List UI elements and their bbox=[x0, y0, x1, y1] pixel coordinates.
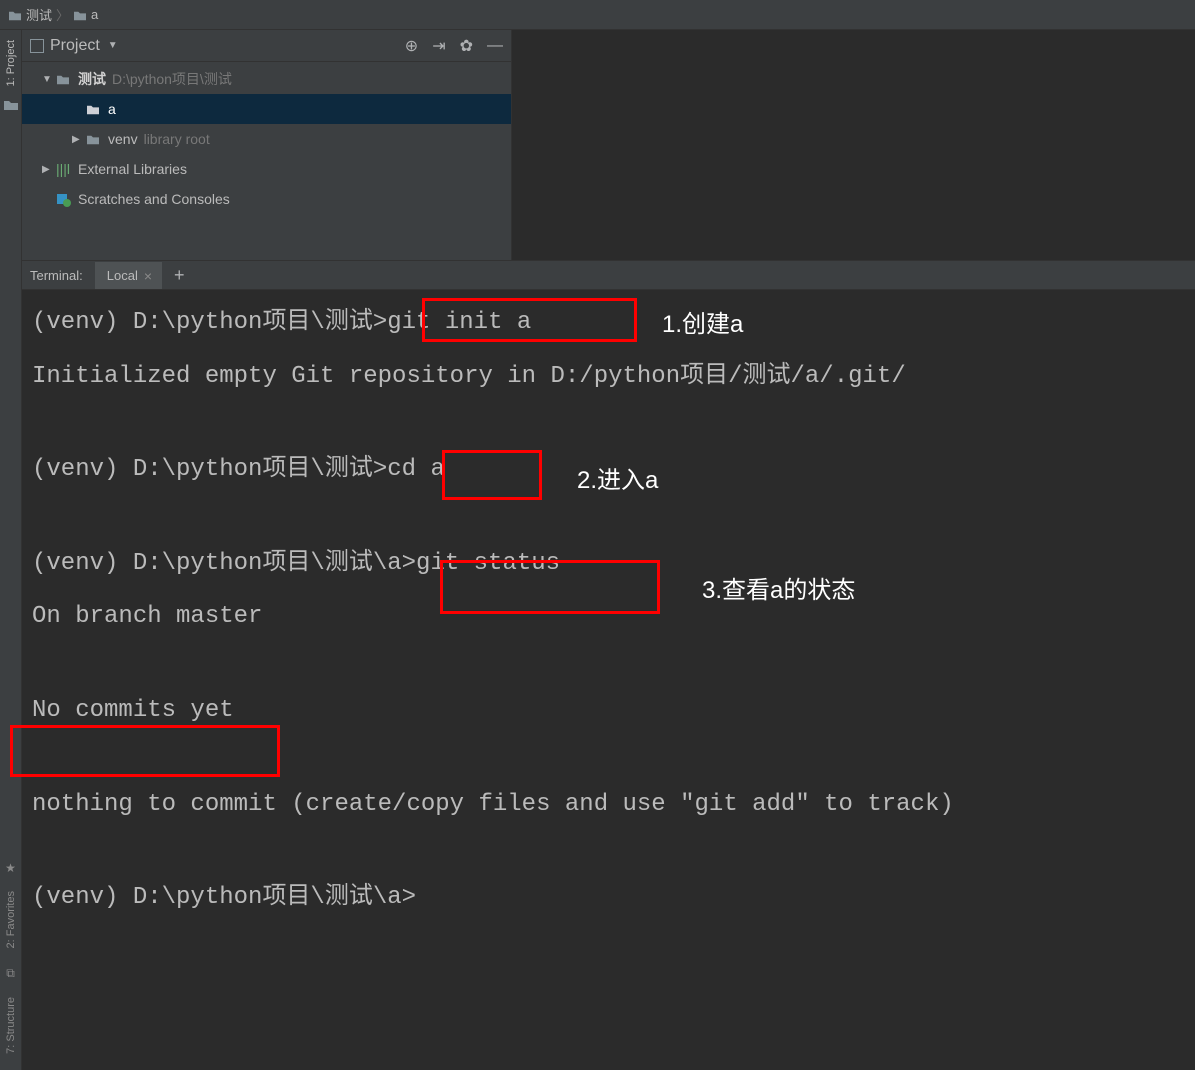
tree-item-a[interactable]: a bbox=[22, 94, 511, 124]
breadcrumb-root[interactable]: 测试 bbox=[26, 5, 52, 24]
breadcrumb: 测试 〉 a bbox=[0, 0, 1195, 30]
locate-icon[interactable]: ⊕ bbox=[405, 36, 418, 56]
project-panel-header: Project ▼ ⊕ ⇥ ✿ — bbox=[22, 30, 511, 62]
collapse-icon[interactable]: ⇥ bbox=[432, 36, 445, 56]
terminal-line: No commits yet bbox=[32, 694, 1185, 728]
favorites-tool-tab[interactable]: 2: Favorites bbox=[3, 885, 19, 954]
folder-icon bbox=[86, 131, 104, 147]
tree-item-label: a bbox=[108, 101, 116, 117]
terminal-output[interactable]: (venv) D:\python项目\测试>git init a Initial… bbox=[22, 290, 1195, 1070]
project-header-title[interactable]: Project bbox=[50, 37, 100, 55]
project-view-icon bbox=[30, 39, 44, 53]
terminal-line: Initialized empty Git repository in D:/p… bbox=[32, 360, 1185, 394]
structure-tool-tab[interactable]: 7: Structure bbox=[3, 991, 19, 1060]
chevron-right-icon[interactable]: ▶ bbox=[72, 134, 86, 145]
project-tool-tab[interactable]: 1: Project bbox=[3, 34, 19, 92]
chevron-down-icon[interactable]: ▼ bbox=[42, 74, 56, 85]
terminal-line: nothing to commit (create/copy files and… bbox=[32, 788, 1185, 822]
terminal-line: (venv) D:\python项目\测试\a>git status bbox=[32, 547, 1185, 581]
breadcrumb-child[interactable]: a bbox=[91, 7, 98, 22]
terminal-tab-label: Local bbox=[107, 268, 138, 283]
folder-icon bbox=[73, 7, 87, 22]
library-icon: |||l bbox=[56, 161, 74, 177]
highlight-box bbox=[10, 725, 280, 777]
folder-icon bbox=[8, 7, 22, 22]
terminal-line: (venv) D:\python项目\测试\a> bbox=[32, 881, 1185, 915]
breadcrumb-separator: 〉 bbox=[56, 5, 69, 24]
gear-icon[interactable]: ✿ bbox=[460, 36, 473, 56]
terminal-line: On branch master bbox=[32, 600, 1185, 634]
folder-icon bbox=[86, 101, 104, 117]
tree-item-note: library root bbox=[144, 131, 210, 147]
tree-root-path: D:\python项目\测试 bbox=[112, 69, 232, 89]
terminal-tab-local[interactable]: Local × bbox=[95, 262, 162, 289]
add-terminal-button[interactable]: + bbox=[174, 265, 185, 286]
structure-icon: ⧉ bbox=[6, 966, 15, 981]
editor-area bbox=[512, 30, 1195, 260]
annotation: 1.创建a bbox=[662, 308, 743, 342]
tree-item-venv[interactable]: ▶ venv library root bbox=[22, 124, 511, 154]
tree-item-scratches[interactable]: Scratches and Consoles bbox=[22, 184, 511, 214]
project-panel: Project ▼ ⊕ ⇥ ✿ — ▼ 测试 D:\python项目\测试 a bbox=[22, 30, 512, 260]
annotation: 2.进入a bbox=[577, 464, 658, 498]
terminal-line: (venv) D:\python项目\测试>git init a bbox=[32, 306, 1185, 340]
tree-item-external[interactable]: ▶ |||l External Libraries bbox=[22, 154, 511, 184]
tree-item-label: Scratches and Consoles bbox=[78, 191, 230, 207]
project-tree: ▼ 测试 D:\python项目\测试 a ▶ venv library roo… bbox=[22, 62, 511, 260]
hide-icon[interactable]: — bbox=[487, 37, 503, 55]
chevron-right-icon[interactable]: ▶ bbox=[42, 164, 56, 175]
left-tool-strip: 1: Project bbox=[0, 30, 22, 260]
tree-root-name: 测试 bbox=[78, 69, 106, 89]
chevron-down-icon[interactable]: ▼ bbox=[108, 40, 118, 51]
annotation: 3.查看a的状态 bbox=[702, 574, 855, 608]
tree-item-label: External Libraries bbox=[78, 161, 187, 177]
tree-item-label: venv bbox=[108, 131, 138, 147]
terminal-tab-bar: Terminal: Local × + bbox=[22, 260, 1195, 290]
folder-icon bbox=[3, 96, 19, 112]
tree-root[interactable]: ▼ 测试 D:\python项目\测试 bbox=[22, 64, 511, 94]
terminal-label: Terminal: bbox=[30, 268, 83, 283]
folder-icon bbox=[56, 71, 74, 87]
scratch-icon bbox=[56, 191, 74, 207]
bottom-left-tool-strip: ★ 2: Favorites ⧉ 7: Structure bbox=[0, 260, 22, 1070]
star-icon: ★ bbox=[5, 861, 16, 875]
close-icon[interactable]: × bbox=[144, 268, 152, 284]
